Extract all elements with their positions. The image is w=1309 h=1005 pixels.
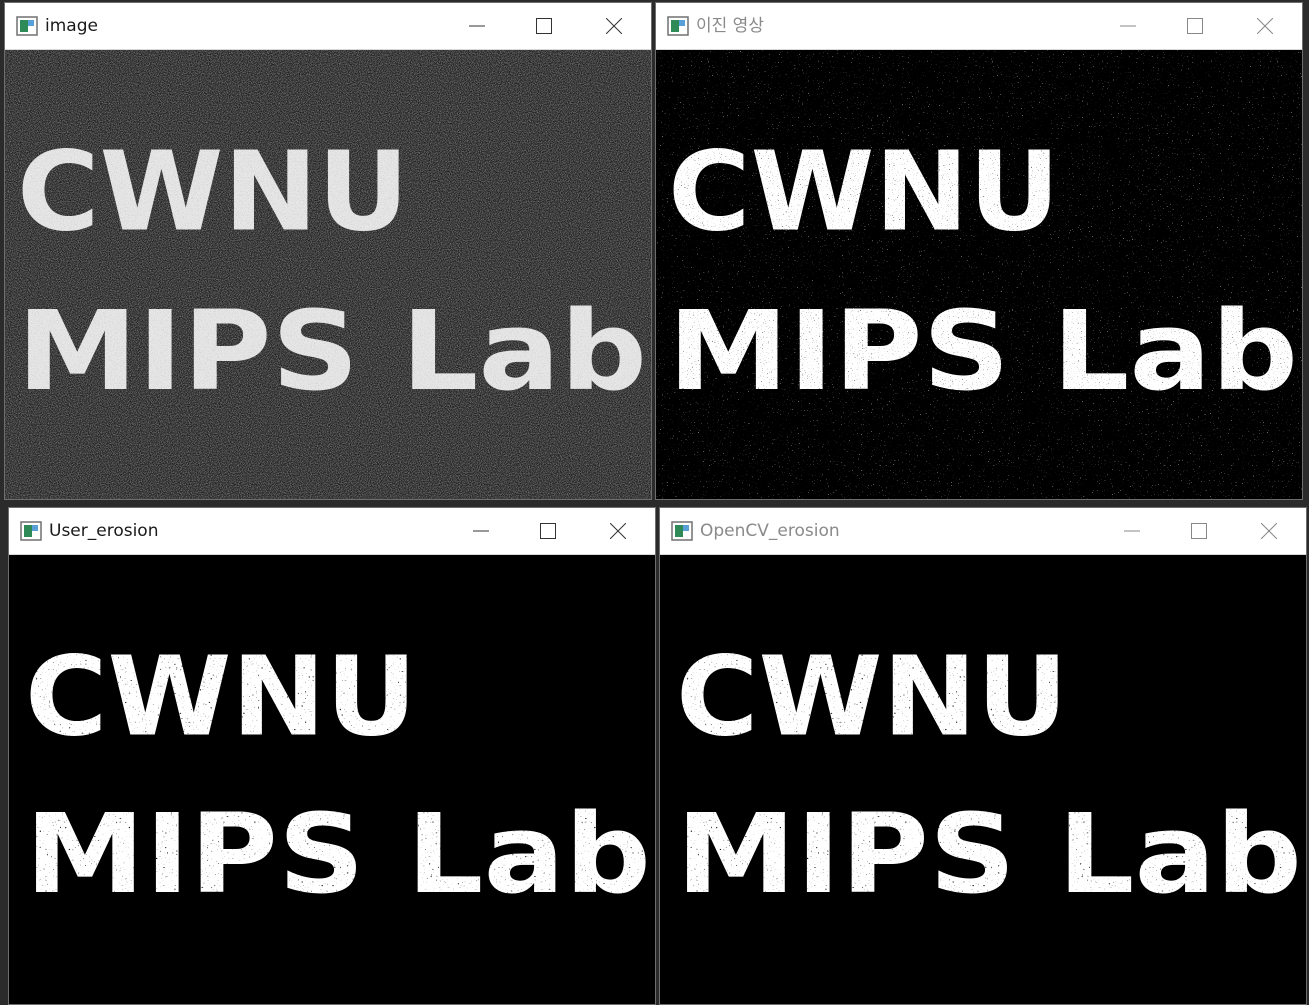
close-button[interactable] (595, 516, 641, 546)
maximize-button[interactable] (521, 11, 567, 41)
svg-text:CWNU: CWNU (17, 128, 409, 256)
svg-text:MIPS Lab: MIPS Lab (676, 790, 1302, 918)
close-button[interactable] (591, 11, 637, 41)
close-button[interactable] (1246, 516, 1292, 546)
minimize-icon (1120, 25, 1136, 27)
app-icon (671, 521, 693, 541)
minimize-icon (1124, 530, 1140, 532)
svg-text:CWNU: CWNU (668, 128, 1060, 256)
close-icon (1257, 18, 1273, 34)
maximize-icon (1187, 18, 1203, 34)
image-window: image CWNU MIPS Lab CWNU MIPS Lab (4, 2, 652, 500)
close-icon (606, 18, 622, 34)
app-icon (16, 16, 38, 36)
titlebar[interactable]: User_erosion (9, 508, 655, 555)
svg-text:CWNU: CWNU (25, 633, 417, 761)
maximize-button[interactable] (1176, 516, 1222, 546)
minimize-button[interactable] (1105, 11, 1151, 41)
maximize-icon (1191, 523, 1207, 539)
user-erosion-window: User_erosion CWNU MIPS Lab CWNU MIPS Lab (8, 507, 656, 1005)
minimize-icon (469, 25, 485, 27)
minimize-icon (473, 530, 489, 532)
image-canvas: CWNU MIPS Lab CWNU MIPS Lab (5, 50, 651, 499)
svg-text:CWNU: CWNU (676, 633, 1068, 761)
opencv-erosion-window: OpenCV_erosion CWNU MIPS Lab CWNU MIPS L… (659, 507, 1307, 1005)
titlebar[interactable]: image (5, 3, 651, 50)
close-button[interactable] (1242, 11, 1288, 41)
svg-text:MIPS Lab: MIPS Lab (668, 287, 1298, 415)
window-title: User_erosion (49, 521, 159, 541)
minimize-button[interactable] (454, 11, 500, 41)
titlebar[interactable]: 이진 영상 (656, 3, 1302, 50)
minimize-button[interactable] (458, 516, 504, 546)
image-canvas: CWNU MIPS Lab CWNU MIPS Lab (660, 555, 1306, 1004)
maximize-button[interactable] (525, 516, 571, 546)
binary-window: 이진 영상 CWNU MIPS Lab CWNU MIPS Lab (655, 2, 1303, 500)
app-icon (20, 521, 42, 541)
image-canvas: CWNU MIPS Lab CWNU MIPS Lab (656, 50, 1302, 499)
maximize-icon (536, 18, 552, 34)
titlebar[interactable]: OpenCV_erosion (660, 508, 1306, 555)
image-canvas: CWNU MIPS Lab CWNU MIPS Lab (9, 555, 655, 1004)
window-title: OpenCV_erosion (700, 521, 840, 541)
svg-text:MIPS Lab: MIPS Lab (17, 287, 647, 415)
window-title: 이진 영상 (696, 16, 764, 36)
window-title: image (45, 16, 98, 36)
app-icon (667, 16, 689, 36)
close-icon (610, 523, 626, 539)
maximize-button[interactable] (1172, 11, 1218, 41)
minimize-button[interactable] (1109, 516, 1155, 546)
svg-text:MIPS Lab: MIPS Lab (25, 790, 651, 918)
maximize-icon (540, 523, 556, 539)
close-icon (1261, 523, 1277, 539)
